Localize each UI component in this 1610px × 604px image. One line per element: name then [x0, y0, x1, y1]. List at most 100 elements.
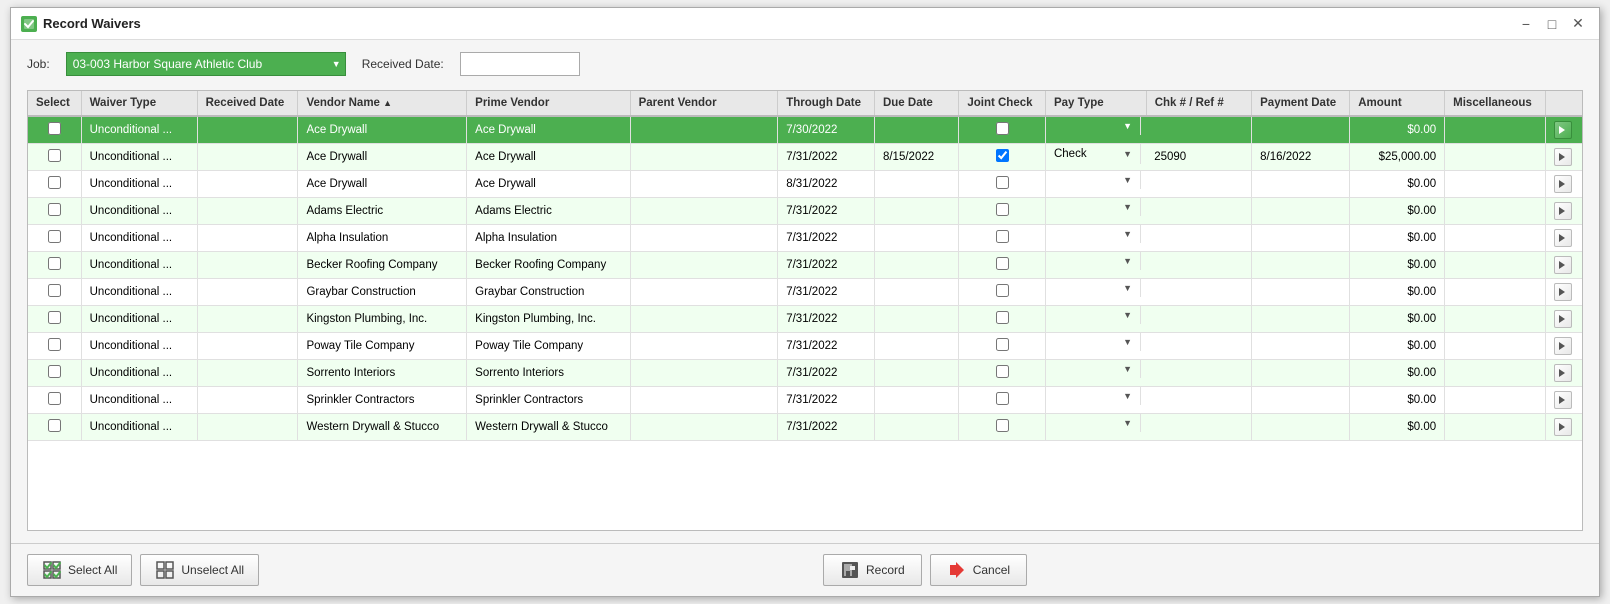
row-received-date	[197, 225, 298, 252]
row-payment-date	[1252, 116, 1350, 144]
row-prime-vendor: Poway Tile Company	[467, 333, 630, 360]
row-due-date	[874, 171, 958, 198]
table-row[interactable]: Unconditional ...Kingston Plumbing, Inc.…	[28, 306, 1582, 333]
row-checkbox[interactable]	[48, 176, 61, 189]
row-pay-type-cell: ▼	[1046, 117, 1141, 135]
row-nav-icon[interactable]	[1554, 310, 1572, 328]
record-icon	[840, 560, 860, 580]
pay-type-dropdown-arrow[interactable]: ▼	[1123, 310, 1132, 320]
pay-type-dropdown-arrow[interactable]: ▼	[1123, 175, 1132, 185]
row-waiver-type: Unconditional ...	[81, 116, 197, 144]
row-prime-vendor: Ace Drywall	[467, 144, 630, 171]
row-pay-type-cell: ▼	[1046, 414, 1141, 432]
row-parent-vendor	[630, 333, 778, 360]
table-row[interactable]: Unconditional ...Poway Tile CompanyPoway…	[28, 333, 1582, 360]
row-miscellaneous	[1445, 252, 1546, 279]
row-nav-icon[interactable]	[1554, 175, 1572, 193]
col-header-vendor-name: Vendor Name ▲	[298, 91, 467, 116]
row-joint-check[interactable]	[996, 257, 1009, 270]
row-nav-icon[interactable]	[1554, 391, 1572, 409]
pay-type-dropdown-arrow[interactable]: ▼	[1123, 283, 1132, 293]
pay-type-dropdown-arrow[interactable]: ▼	[1123, 202, 1132, 212]
table-row[interactable]: Unconditional ...Alpha InsulationAlpha I…	[28, 225, 1582, 252]
row-checkbox[interactable]	[48, 257, 61, 270]
record-button[interactable]: Record	[823, 554, 922, 586]
row-pay-type-cell: Check▼	[1046, 144, 1141, 164]
row-joint-check[interactable]	[996, 149, 1009, 162]
pay-type-dropdown-arrow[interactable]: ▼	[1123, 418, 1132, 428]
row-nav-icon[interactable]	[1554, 283, 1572, 301]
row-checkbox[interactable]	[48, 203, 61, 216]
job-select-wrapper: 03-003 Harbor Square Athletic Club	[66, 52, 346, 76]
row-joint-check[interactable]	[996, 419, 1009, 432]
row-prime-vendor: Sprinkler Contractors	[467, 387, 630, 414]
pay-type-dropdown-arrow[interactable]: ▼	[1123, 391, 1132, 401]
maximize-button[interactable]: □	[1541, 13, 1563, 35]
row-joint-check[interactable]	[996, 392, 1009, 405]
row-parent-vendor	[630, 225, 778, 252]
row-checkbox[interactable]	[48, 365, 61, 378]
pay-type-dropdown-arrow[interactable]: ▼	[1123, 337, 1132, 347]
row-checkbox[interactable]	[48, 338, 61, 351]
received-date-input[interactable]	[460, 52, 580, 76]
row-through-date: 7/31/2022	[778, 279, 875, 306]
row-nav-cell	[1545, 171, 1582, 198]
row-checkbox[interactable]	[48, 311, 61, 324]
row-through-date: 7/31/2022	[778, 306, 875, 333]
row-joint-check[interactable]	[996, 284, 1009, 297]
pay-type-dropdown-arrow[interactable]: ▼	[1123, 256, 1132, 266]
table-row[interactable]: Unconditional ...Ace DrywallAce Drywall8…	[28, 171, 1582, 198]
row-select-cell	[28, 171, 81, 198]
row-vendor-name: Adams Electric	[298, 198, 467, 225]
row-due-date	[874, 279, 958, 306]
table-row[interactable]: Unconditional ...Sorrento InteriorsSorre…	[28, 360, 1582, 387]
close-button[interactable]: ✕	[1567, 13, 1589, 35]
pay-type-dropdown-arrow[interactable]: ▼	[1123, 229, 1132, 239]
row-joint-check-cell	[959, 333, 1046, 360]
row-joint-check[interactable]	[996, 230, 1009, 243]
row-joint-check[interactable]	[996, 365, 1009, 378]
cancel-button[interactable]: Cancel	[930, 554, 1027, 586]
table-row[interactable]: Unconditional ...Sprinkler ContractorsSp…	[28, 387, 1582, 414]
row-checkbox[interactable]	[48, 284, 61, 297]
pay-type-dropdown-arrow[interactable]: ▼	[1123, 364, 1132, 374]
table-row[interactable]: Unconditional ...Adams ElectricAdams Ele…	[28, 198, 1582, 225]
row-parent-vendor	[630, 116, 778, 144]
row-nav-icon[interactable]	[1554, 229, 1572, 247]
row-prime-vendor: Kingston Plumbing, Inc.	[467, 306, 630, 333]
row-nav-cell	[1545, 279, 1582, 306]
row-nav-icon[interactable]	[1554, 202, 1572, 220]
row-amount: $0.00	[1350, 306, 1445, 333]
row-miscellaneous	[1445, 171, 1546, 198]
table-row[interactable]: Unconditional ...Ace DrywallAce Drywall7…	[28, 116, 1582, 144]
row-checkbox[interactable]	[48, 122, 61, 135]
row-through-date: 8/31/2022	[778, 171, 875, 198]
table-row[interactable]: Unconditional ...Ace DrywallAce Drywall7…	[28, 144, 1582, 171]
row-nav-icon[interactable]	[1554, 364, 1572, 382]
row-checkbox[interactable]	[48, 230, 61, 243]
row-nav-icon[interactable]	[1554, 121, 1572, 139]
row-joint-check[interactable]	[996, 203, 1009, 216]
pay-type-dropdown-arrow[interactable]: ▼	[1123, 149, 1132, 159]
row-joint-check[interactable]	[996, 338, 1009, 351]
table-row[interactable]: Unconditional ...Western Drywall & Stucc…	[28, 414, 1582, 441]
row-nav-icon[interactable]	[1554, 418, 1572, 436]
job-dropdown[interactable]: 03-003 Harbor Square Athletic Club	[66, 52, 346, 76]
table-row[interactable]: Unconditional ...Becker Roofing CompanyB…	[28, 252, 1582, 279]
row-nav-icon[interactable]	[1554, 337, 1572, 355]
row-checkbox[interactable]	[48, 419, 61, 432]
select-all-button[interactable]: Select All	[27, 554, 132, 586]
unselect-all-button[interactable]: Unselect All	[140, 554, 259, 586]
row-nav-icon[interactable]	[1554, 148, 1572, 166]
row-checkbox[interactable]	[48, 149, 61, 162]
row-checkbox[interactable]	[48, 392, 61, 405]
row-joint-check[interactable]	[996, 311, 1009, 324]
pay-type-dropdown-arrow[interactable]: ▼	[1123, 121, 1132, 131]
minimize-button[interactable]: −	[1515, 13, 1537, 35]
row-joint-check[interactable]	[996, 122, 1009, 135]
row-nav-cell	[1545, 333, 1582, 360]
row-nav-cell	[1545, 198, 1582, 225]
table-row[interactable]: Unconditional ...Graybar ConstructionGra…	[28, 279, 1582, 306]
row-joint-check[interactable]	[996, 176, 1009, 189]
row-nav-icon[interactable]	[1554, 256, 1572, 274]
